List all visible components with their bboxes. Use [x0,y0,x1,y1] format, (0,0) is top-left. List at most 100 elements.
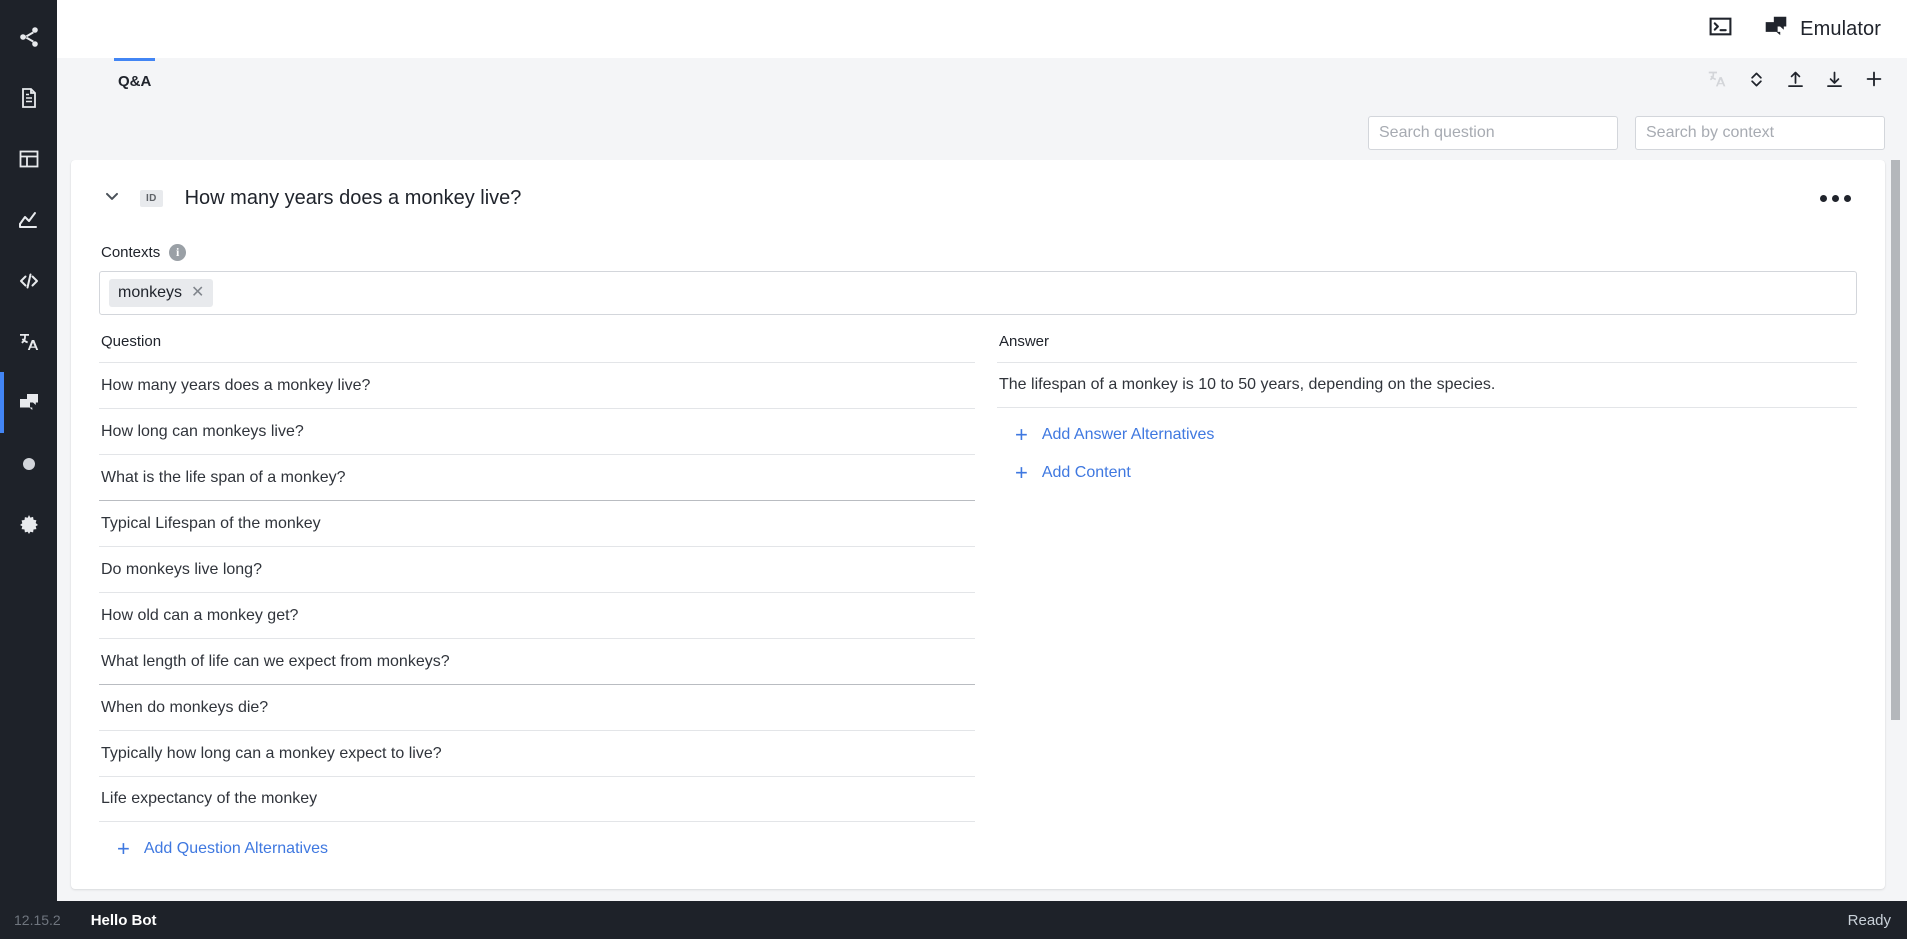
chat-icon [17,391,41,415]
status-bar: 12.15.2 Hello Bot Ready [0,901,1907,939]
sidebar-item-share[interactable] [0,6,57,67]
top-bar: Emulator [57,0,1907,58]
question-text: How long can monkeys live? [101,422,304,440]
add-content-label: Add Content [1041,464,1131,481]
sidebar-item-record[interactable] [0,433,57,494]
document-icon [17,86,41,110]
gear-icon [17,513,41,537]
answer-column-header: Answer [999,333,1050,350]
download-action[interactable] [1824,69,1845,95]
add-answer-alternatives-label: Add Answer Alternatives [1041,426,1215,443]
question-row[interactable]: How long can monkeys live? [99,408,975,454]
qa-title: How many years does a monkey live? [184,186,522,209]
translate-icon [17,330,41,354]
question-text: What length of life can we expect from m… [101,652,450,670]
download-icon [1824,69,1845,95]
add-answer-alternatives-button[interactable]: + Add Answer Alternatives [1015,424,1214,446]
context-chip[interactable]: monkeys ✕ [109,279,214,307]
main-content: ID How many years does a monkey live? Co… [57,160,1907,901]
more-options-button[interactable] [1820,194,1857,202]
dot-icon [1832,194,1839,202]
id-badge: ID [140,189,163,207]
add-question-alternatives-button[interactable]: + Add Question Alternatives [117,838,328,860]
code-icon [17,269,41,293]
tab-strip: Q&A [57,58,1907,105]
version-label: 12.15.2 [14,912,61,928]
question-row[interactable]: Life expectancy of the monkey [99,776,975,822]
analytics-icon [17,208,41,232]
question-text: Do monkeys live long? [101,560,262,578]
sidebar-item-scripts[interactable] [0,67,57,128]
sidebar-item-analytics[interactable] [0,189,57,250]
question-text: Typically how long can a monkey expect t… [101,744,442,762]
qa-header: ID How many years does a monkey live? [99,160,1857,226]
expand-collapse-icon [1746,69,1767,95]
qa-columns: Question How many years does a monkey li… [99,333,1857,860]
question-column: Question How many years does a monkey li… [99,333,975,860]
question-text: When do monkeys die? [101,698,269,716]
add-content-button[interactable]: + Add Content [1015,462,1131,484]
question-row[interactable]: Typically how long can a monkey expect t… [99,730,975,776]
contexts-input[interactable]: monkeys ✕ [99,271,1857,315]
plus-icon: + [1015,460,1028,485]
upload-icon [1785,69,1806,95]
search-row [57,105,1907,160]
question-row[interactable]: How old can a monkey get? [99,592,975,638]
contexts-label: Contexts [101,244,161,261]
status-badge: Ready [1847,911,1891,929]
question-row[interactable]: What length of life can we expect from m… [99,638,975,684]
question-row[interactable]: Typical Lifespan of the monkey [99,500,975,546]
add-action[interactable] [1863,68,1885,95]
chat-bubbles-icon [1763,14,1789,45]
layout-icon [17,147,41,171]
question-text: What is the life span of a monkey? [101,468,346,486]
translate-action[interactable] [1706,68,1728,95]
left-sidebar [0,0,57,901]
question-text: Typical Lifespan of the monkey [101,514,321,532]
context-chip-label: monkeys [118,284,183,301]
answer-column: Answer The lifespan of a monkey is 10 to… [975,333,1857,860]
question-row[interactable]: Do monkeys live long? [99,546,975,592]
emulator-button[interactable]: Emulator [1763,14,1881,45]
add-question-alternatives-label: Add Question Alternatives [143,840,328,857]
circle-icon [17,452,41,476]
sidebar-item-qa[interactable] [0,372,57,433]
sidebar-item-code[interactable] [0,250,57,311]
right-column: Emulator Q&A Search question Search by c… [57,0,1907,901]
close-icon[interactable]: ✕ [191,285,204,301]
expand-collapse-action[interactable] [1746,69,1767,95]
bot-name-label: Hello Bot [90,911,157,929]
emulator-label: Emulator [1800,17,1881,40]
collapse-toggle[interactable] [99,185,125,211]
question-row[interactable]: How many years does a monkey live? [99,362,975,408]
sidebar-item-layouts[interactable] [0,128,57,189]
vertical-scrollbar[interactable] [1891,160,1900,889]
tab-qa[interactable]: Q&A [114,58,156,105]
question-text: How old can a monkey get? [101,606,299,624]
dot-icon [1844,194,1851,202]
search-context-input[interactable] [1635,115,1885,150]
question-row[interactable]: What is the life span of a monkey? [99,454,975,500]
share-icon [17,25,41,49]
contexts-label-row: Contexts i [101,244,1857,261]
scrollbar-thumb[interactable] [1891,160,1900,720]
chevron-down-icon [102,186,122,211]
question-column-header: Question [101,333,162,350]
answer-text: The lifespan of a monkey is 10 to 50 yea… [999,376,1496,393]
plus-icon: + [1015,422,1028,447]
sidebar-item-settings[interactable] [0,494,57,555]
upload-action[interactable] [1785,69,1806,95]
plus-icon [1863,68,1885,95]
question-text: Life expectancy of the monkey [101,790,318,807]
sidebar-item-localization[interactable] [0,311,57,372]
tab-qa-label: Q&A [118,73,152,90]
terminal-button[interactable] [1708,14,1733,44]
app-root: Emulator Q&A Search question Search by c… [0,0,1907,939]
dot-icon [1820,194,1827,202]
info-icon[interactable]: i [169,244,187,261]
question-row[interactable]: When do monkeys die? [99,684,975,730]
answer-row[interactable]: The lifespan of a monkey is 10 to 50 yea… [997,362,1857,408]
search-question-input[interactable] [1368,115,1618,150]
body-row: Emulator Q&A Search question Search by c… [0,0,1907,901]
terminal-icon [1708,14,1733,44]
